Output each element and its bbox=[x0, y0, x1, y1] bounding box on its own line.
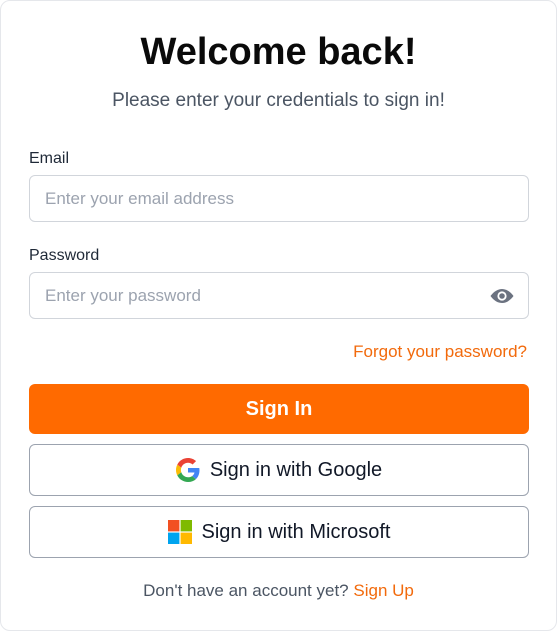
email-field-container bbox=[29, 175, 529, 222]
signup-prompt-text: Don't have an account yet? bbox=[143, 581, 349, 600]
microsoft-logo-icon bbox=[167, 520, 192, 544]
sign-up-link[interactable]: Sign Up bbox=[353, 581, 413, 600]
signup-prompt: Don't have an account yet? Sign Up bbox=[1, 581, 556, 601]
google-logo-icon bbox=[175, 458, 200, 482]
password-label: Password bbox=[29, 247, 100, 264]
eye-icon[interactable] bbox=[489, 285, 515, 307]
page-subtitle: Please enter your credentials to sign in… bbox=[112, 90, 445, 111]
forgot-password-link[interactable]: Forgot your password? bbox=[353, 342, 527, 362]
password-field-container bbox=[29, 272, 529, 319]
microsoft-sign-in-button[interactable]: Sign in with Microsoft bbox=[29, 506, 529, 558]
google-button-label: Sign in with Google bbox=[209, 458, 383, 481]
microsoft-button-label: Sign in with Microsoft bbox=[201, 520, 391, 543]
email-input[interactable] bbox=[45, 176, 485, 221]
password-input[interactable] bbox=[45, 273, 485, 318]
email-label: Email bbox=[29, 150, 70, 167]
google-sign-in-button[interactable]: Sign in with Google bbox=[29, 444, 529, 496]
sign-in-card: Welcome back! Please enter your credenti… bbox=[0, 0, 557, 631]
page-title: Welcome back! bbox=[140, 31, 417, 73]
sign-in-button[interactable]: Sign In bbox=[29, 384, 529, 434]
